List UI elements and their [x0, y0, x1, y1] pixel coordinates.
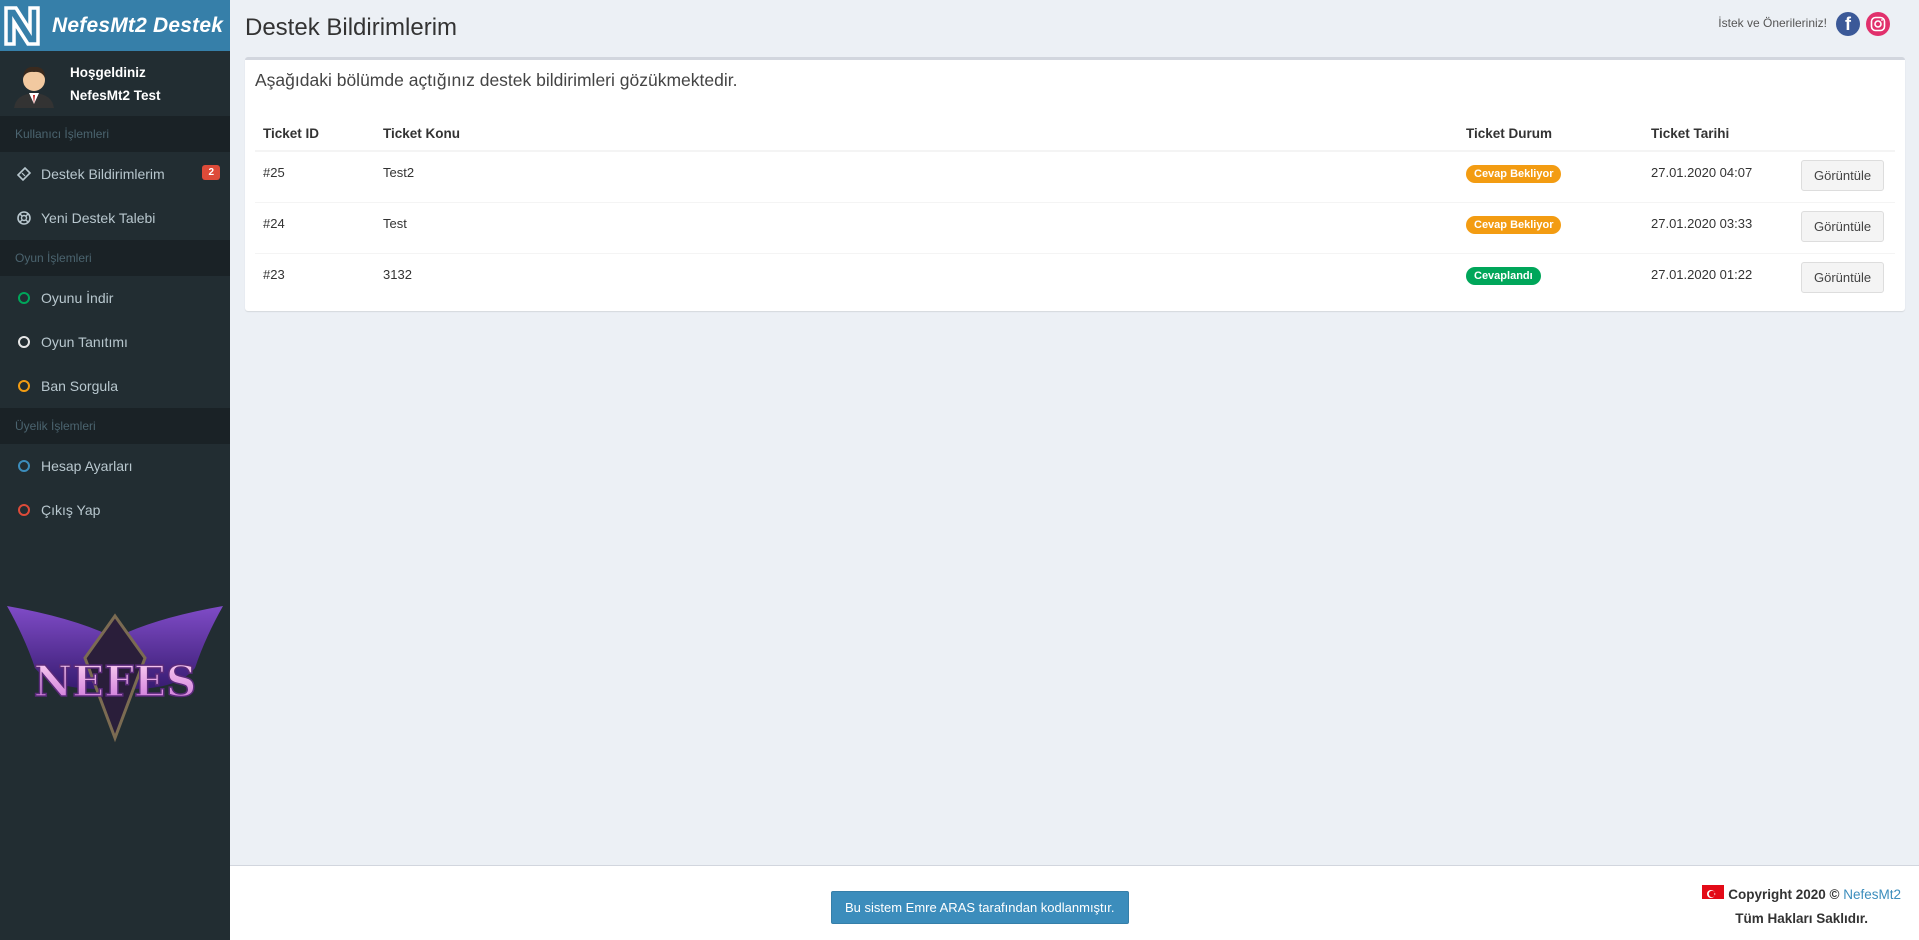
ticket-subject: Test2 — [375, 150, 1458, 202]
brand-title: NefesMt2 Destek — [52, 13, 224, 37]
col-ticket-id: Ticket ID — [255, 116, 375, 152]
view-button[interactable]: Görüntüle — [1801, 160, 1885, 191]
circle-orange-icon — [17, 379, 31, 393]
suggest-text: İstek ve Önerileriniz! — [1718, 16, 1827, 30]
ticket-date: 27.01.2020 01:22 — [1643, 252, 1793, 304]
footer: Bu sistem Emre ARAS tarafından kodlanmış… — [230, 865, 1919, 940]
view-button[interactable]: Görüntüle — [1801, 210, 1885, 242]
brand-bar[interactable]: NefesMt2 Destek — [0, 0, 230, 51]
sidebar-item-label: Ban Sorgula — [41, 378, 119, 394]
ticket-id: #24 — [255, 201, 375, 253]
user-greeting: Hoşgeldiniz — [70, 64, 146, 80]
rights-text: Tüm Hakları Saklıdır. — [1735, 911, 1869, 926]
ticket-subject: Test — [375, 201, 1458, 253]
sidebar-item-download[interactable]: Oyunu İndir — [0, 276, 230, 320]
circle-blue-icon — [17, 459, 31, 473]
sidebar: NefesMt2 Destek Hoşgeldiniz NefesMt2 Tes… — [0, 0, 230, 940]
sidebar-item-ban[interactable]: Ban Sorgula — [0, 364, 230, 408]
sidebar-item-account[interactable]: Hesap Ayarları — [0, 444, 230, 488]
user-name: NefesMt2 Test — [70, 87, 161, 103]
sidebar-item-tickets[interactable]: Destek Bildirimlerim 2 — [0, 152, 230, 196]
page-title: Destek Bildirimlerim — [245, 14, 458, 41]
game-logo-text: NEFES — [34, 657, 197, 706]
credit-button[interactable]: Bu sistem Emre ARAS tarafından kodlanmış… — [831, 891, 1129, 924]
circle-white-icon — [17, 335, 31, 349]
col-ticket-date: Ticket Tarihi — [1643, 116, 1793, 152]
tickets-table: Ticket ID Ticket Konu Ticket Durum Ticke… — [255, 116, 1895, 304]
ticket-date: 27.01.2020 04:07 — [1643, 150, 1793, 202]
sidebar-item-label: Hesap Ayarları — [41, 458, 133, 474]
sidebar-item-label: Çıkış Yap — [41, 502, 101, 518]
game-logo: NEFES — [5, 598, 225, 743]
sidebar-item-logout[interactable]: Çıkış Yap — [0, 488, 230, 532]
circle-red-icon — [17, 503, 31, 517]
sidebar-item-intro[interactable]: Oyun Tanıtımı — [0, 320, 230, 364]
ticket-subject: 3132 — [375, 252, 1458, 304]
brand-logo-icon — [0, 0, 44, 51]
sidebar-item-label: Yeni Destek Talebi — [41, 210, 156, 226]
table-header-row: Ticket ID Ticket Konu Ticket Durum Ticke… — [255, 116, 1895, 152]
status-badge: Cevap Bekliyor — [1466, 165, 1562, 183]
table-row: #24 Test Cevap Bekliyor 27.01.2020 03:33… — [255, 201, 1895, 253]
ticket-id: #25 — [255, 150, 375, 202]
menu-header-account: Üyelik İşlemleri — [0, 408, 230, 444]
turkey-flag-icon — [1702, 885, 1725, 899]
view-button[interactable]: Görüntüle — [1801, 261, 1885, 293]
table-row: #25 Test2 Cevap Bekliyor 27.01.2020 04:0… — [255, 150, 1895, 202]
user-panel: Hoşgeldiniz NefesMt2 Test — [0, 51, 230, 116]
instagram-icon[interactable] — [1866, 12, 1890, 36]
avatar — [12, 60, 56, 108]
col-ticket-status: Ticket Durum — [1458, 116, 1643, 152]
sidebar-item-label: Oyunu İndir — [41, 290, 114, 306]
sidebar-item-label: Destek Bildirimlerim — [41, 166, 165, 182]
copyright-text: Copyright 2020 © — [1728, 887, 1840, 902]
sidebar-item-label: Oyun Tanıtımı — [41, 334, 128, 350]
menu-header-game: Oyun İşlemleri — [0, 240, 230, 276]
tickets-box: Aşağıdaki bölümde açtığınız destek bildi… — [245, 57, 1905, 311]
circle-green-icon — [17, 291, 31, 305]
menu-header-user: Kullanıcı İşlemleri — [0, 116, 230, 152]
table-row: #23 3132 Cevaplandı 27.01.2020 01:22 Gör… — [255, 252, 1895, 304]
ticket-id: #23 — [255, 252, 375, 304]
ticket-date: 27.01.2020 03:33 — [1643, 201, 1793, 253]
copyright-link[interactable]: NefesMt2 — [1843, 887, 1901, 902]
copyright-block: Copyright 2020 © NefesMt2 Tüm Hakları Sa… — [1702, 883, 1901, 931]
status-badge: Cevap Bekliyor — [1466, 215, 1562, 234]
status-badge: Cevaplandı — [1466, 266, 1541, 285]
ticket-icon — [17, 167, 31, 181]
sidebar-item-new-ticket[interactable]: Yeni Destek Talebi — [0, 196, 230, 240]
ticket-count-badge: 2 — [202, 165, 220, 180]
col-ticket-subject: Ticket Konu — [375, 116, 1458, 152]
col-action — [1793, 116, 1895, 152]
life-ring-icon — [17, 211, 31, 225]
box-description: Aşağıdaki bölümde açtığınız destek bildi… — [255, 70, 738, 90]
facebook-icon[interactable]: f — [1836, 12, 1860, 36]
